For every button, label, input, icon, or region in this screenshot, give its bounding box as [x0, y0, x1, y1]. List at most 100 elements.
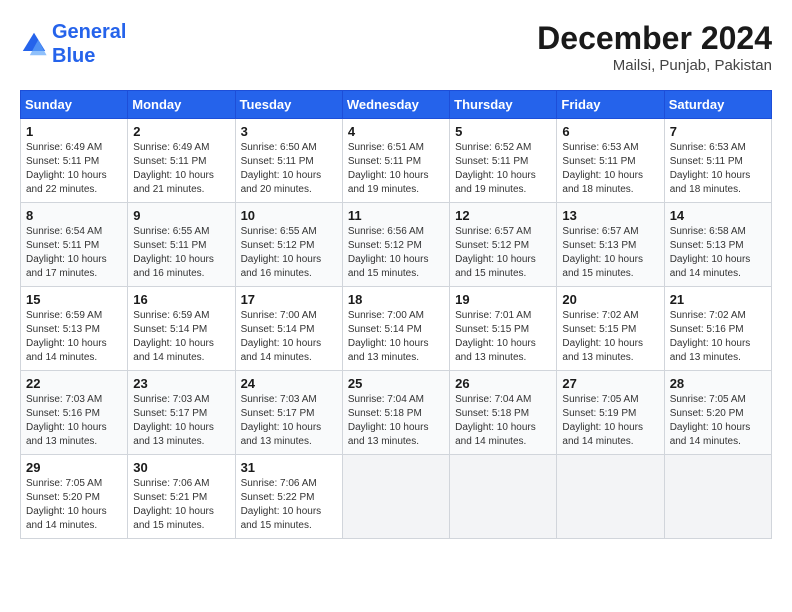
day-number: 29 — [26, 460, 122, 475]
day-number: 25 — [348, 376, 444, 391]
calendar-day-cell: 24Sunrise: 7:03 AMSunset: 5:17 PMDayligh… — [235, 371, 342, 455]
calendar-day-cell: 16 Sunrise: 6:59 AMSunset: 5:14 PMDayligh… — [128, 287, 235, 371]
calendar-week-row: 22Sunrise: 7:03 AMSunset: 5:16 PMDayligh… — [21, 371, 772, 455]
weekday-header-row: SundayMondayTuesdayWednesdayThursdayFrid… — [21, 91, 772, 119]
day-number: 15 — [26, 292, 122, 307]
day-number: 10 — [241, 208, 337, 223]
weekday-header-cell: Wednesday — [342, 91, 449, 119]
calendar-day-cell: 19 Sunrise: 7:01 AMSunset: 5:15 PMDayligh… — [450, 287, 557, 371]
weekday-header-cell: Thursday — [450, 91, 557, 119]
day-info: Sunrise: 7:04 AMSunset: 5:18 PMDaylight:… — [455, 393, 551, 449]
location: Mailsi, Punjab, Pakistan — [537, 57, 772, 74]
day-info: Sunrise: 6:56 AMSunset: 5:12 PMDaylight:… — [348, 225, 444, 281]
day-info: Sunrise: 6:50 AMSunset: 5:11 PMDaylight:… — [241, 141, 337, 197]
calendar-day-cell: 2 Sunrise: 6:49 AMSunset: 5:11 PMDaylight… — [128, 119, 235, 203]
day-info: Sunrise: 7:05 AMSunset: 5:20 PMDaylight:… — [26, 477, 122, 533]
calendar-day-cell: 29 Sunrise: 7:05 AMSunset: 5:20 PMDayligh… — [21, 455, 128, 539]
day-number: 24 — [241, 376, 337, 391]
day-number: 26 — [455, 376, 551, 391]
day-info: Sunrise: 7:01 AMSunset: 5:15 PMDaylight:… — [455, 309, 551, 365]
day-number: 13 — [562, 208, 658, 223]
weekday-header-cell: Saturday — [664, 91, 771, 119]
day-info: Sunrise: 6:51 AMSunset: 5:11 PMDaylight:… — [348, 141, 444, 197]
logo-icon — [20, 30, 48, 58]
calendar-day-cell — [664, 455, 771, 539]
calendar-day-cell: 7Sunrise: 6:53 AMSunset: 5:11 PMDaylight… — [664, 119, 771, 203]
calendar-week-row: 15 Sunrise: 6:59 AMSunset: 5:13 PMDayligh… — [21, 287, 772, 371]
calendar-day-cell: 3 Sunrise: 6:50 AMSunset: 5:11 PMDaylight… — [235, 119, 342, 203]
day-info: Sunrise: 7:00 AMSunset: 5:14 PMDaylight:… — [348, 309, 444, 365]
day-info: Sunrise: 6:59 AMSunset: 5:14 PMDaylight:… — [133, 309, 229, 365]
calendar-day-cell: 14 Sunrise: 6:58 AMSunset: 5:13 PMDayligh… — [664, 203, 771, 287]
calendar-day-cell: 28 Sunrise: 7:05 AMSunset: 5:20 PMDayligh… — [664, 371, 771, 455]
day-number: 2 — [133, 124, 229, 139]
weekday-header-cell: Monday — [128, 91, 235, 119]
day-number: 30 — [133, 460, 229, 475]
calendar-day-cell: 5 Sunrise: 6:52 AMSunset: 5:11 PMDaylight… — [450, 119, 557, 203]
day-number: 7 — [670, 124, 766, 139]
calendar-day-cell: 1Sunrise: 6:49 AMSunset: 5:11 PMDaylight… — [21, 119, 128, 203]
day-number: 27 — [562, 376, 658, 391]
day-info: Sunrise: 7:02 AMSunset: 5:15 PMDaylight:… — [562, 309, 658, 365]
day-number: 19 — [455, 292, 551, 307]
day-number: 3 — [241, 124, 337, 139]
day-info: Sunrise: 6:53 AMSunset: 5:11 PMDaylight:… — [562, 141, 658, 197]
day-info: Sunrise: 6:52 AMSunset: 5:11 PMDaylight:… — [455, 141, 551, 197]
weekday-header-cell: Friday — [557, 91, 664, 119]
day-info: Sunrise: 7:05 AMSunset: 5:19 PMDaylight:… — [562, 393, 658, 449]
calendar-body: 1 Sunrise: 6:49 AMSunset: 5:11 PMDaylight… — [21, 119, 772, 539]
day-number: 31 — [241, 460, 337, 475]
calendar-day-cell: 13 Sunrise: 6:57 AMSunset: 5:13 PMDayligh… — [557, 203, 664, 287]
page-header: General Blue December 2024 Mailsi, Punja… — [20, 20, 772, 74]
day-info: Sunrise: 7:05 AMSunset: 5:20 PMDaylight:… — [670, 393, 766, 449]
calendar-day-cell: 9 Sunrise: 6:55 AMSunset: 5:11 PMDaylight… — [128, 203, 235, 287]
calendar-table: SundayMondayTuesdayWednesdayThursdayFrid… — [20, 90, 772, 539]
day-number: 16 — [133, 292, 229, 307]
day-number: 23 — [133, 376, 229, 391]
calendar-day-cell — [450, 455, 557, 539]
calendar-day-cell: 17Sunrise: 7:00 AMSunset: 5:14 PMDayligh… — [235, 287, 342, 371]
calendar-day-cell: 23 Sunrise: 7:03 AMSunset: 5:17 PMDayligh… — [128, 371, 235, 455]
day-number: 11 — [348, 208, 444, 223]
day-info: Sunrise: 6:57 AMSunset: 5:13 PMDaylight:… — [562, 225, 658, 281]
calendar-day-cell: 12 Sunrise: 6:57 AMSunset: 5:12 PMDayligh… — [450, 203, 557, 287]
day-number: 14 — [670, 208, 766, 223]
calendar-day-cell: 11 Sunrise: 6:56 AMSunset: 5:12 PMDayligh… — [342, 203, 449, 287]
calendar-day-cell: 4Sunrise: 6:51 AMSunset: 5:11 PMDaylight… — [342, 119, 449, 203]
day-number: 6 — [562, 124, 658, 139]
calendar-week-row: 1 Sunrise: 6:49 AMSunset: 5:11 PMDaylight… — [21, 119, 772, 203]
day-number: 28 — [670, 376, 766, 391]
calendar-day-cell: 20 Sunrise: 7:02 AMSunset: 5:15 PMDayligh… — [557, 287, 664, 371]
day-info: Sunrise: 6:59 AMSunset: 5:13 PMDaylight:… — [26, 309, 122, 365]
month-title: December 2024 — [537, 20, 772, 57]
calendar-day-cell: 22Sunrise: 7:03 AMSunset: 5:16 PMDayligh… — [21, 371, 128, 455]
day-number: 9 — [133, 208, 229, 223]
day-info: Sunrise: 6:55 AMSunset: 5:11 PMDaylight:… — [133, 225, 229, 281]
day-info: Sunrise: 6:49 AMSunset: 5:11 PMDaylight:… — [133, 141, 229, 197]
calendar-day-cell: 25 Sunrise: 7:04 AMSunset: 5:18 PMDayligh… — [342, 371, 449, 455]
day-info: Sunrise: 7:02 AMSunset: 5:16 PMDaylight:… — [670, 309, 766, 365]
day-number: 5 — [455, 124, 551, 139]
day-info: Sunrise: 6:57 AMSunset: 5:12 PMDaylight:… — [455, 225, 551, 281]
calendar-day-cell: 8 Sunrise: 6:54 AMSunset: 5:11 PMDaylight… — [21, 203, 128, 287]
calendar-day-cell — [342, 455, 449, 539]
weekday-header-cell: Sunday — [21, 91, 128, 119]
day-number: 8 — [26, 208, 122, 223]
day-number: 1 — [26, 124, 122, 139]
day-info: Sunrise: 6:54 AMSunset: 5:11 PMDaylight:… — [26, 225, 122, 281]
day-info: Sunrise: 7:06 AMSunset: 5:21 PMDaylight:… — [133, 477, 229, 533]
day-info: Sunrise: 7:06 AMSunset: 5:22 PMDaylight:… — [241, 477, 337, 533]
logo-line1: General — [52, 21, 126, 43]
calendar-day-cell: 30 Sunrise: 7:06 AMSunset: 5:21 PMDayligh… — [128, 455, 235, 539]
day-info: Sunrise: 7:00 AMSunset: 5:14 PMDaylight:… — [241, 309, 337, 365]
day-info: Sunrise: 7:03 AMSunset: 5:16 PMDaylight:… — [26, 393, 122, 449]
title-block: December 2024 Mailsi, Punjab, Pakistan — [537, 20, 772, 74]
day-info: Sunrise: 7:03 AMSunset: 5:17 PMDaylight:… — [133, 393, 229, 449]
day-info: Sunrise: 6:58 AMSunset: 5:13 PMDaylight:… — [670, 225, 766, 281]
calendar-day-cell: 15 Sunrise: 6:59 AMSunset: 5:13 PMDayligh… — [21, 287, 128, 371]
day-number: 21 — [670, 292, 766, 307]
day-number: 20 — [562, 292, 658, 307]
day-number: 12 — [455, 208, 551, 223]
logo: General Blue — [20, 20, 126, 68]
day-info: Sunrise: 7:04 AMSunset: 5:18 PMDaylight:… — [348, 393, 444, 449]
